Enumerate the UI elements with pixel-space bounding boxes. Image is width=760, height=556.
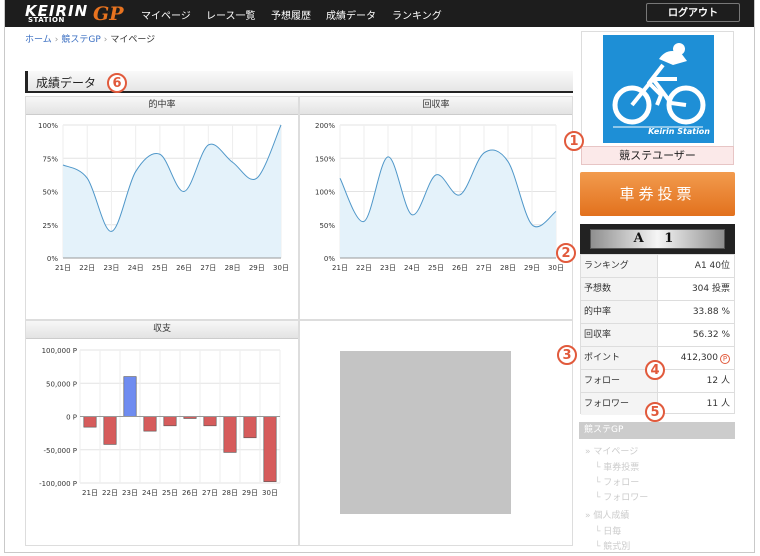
side-menu-label: 日毎 <box>603 527 622 537</box>
logout-button[interactable]: ログアウト <box>646 3 740 22</box>
rank-header: A 1 <box>580 224 735 254</box>
ticket-vote-button[interactable]: 車券投票 <box>580 172 735 216</box>
site-logo[interactable]: KEIRIN STATION GP <box>25 2 127 25</box>
nav-results-data[interactable]: 成績データ <box>326 7 376 22</box>
stat-value: 304 投票 <box>691 284 730 294</box>
nav-mypage[interactable]: マイページ <box>141 7 191 22</box>
breadcrumb-separator: › <box>103 35 108 45</box>
section-title: 成績データ <box>36 76 97 90</box>
side-menu-label: 個人成績 <box>593 511 630 521</box>
breadcrumb-current: マイページ <box>110 35 156 45</box>
stat-value: A1 40位 <box>694 261 730 271</box>
hit-rate-panel: 的中率 <box>25 96 299 320</box>
stat-row-ranking: ランキング A1 40位 <box>581 255 734 278</box>
stats-table: ランキング A1 40位 予想数 304 投票 的中率 33.88 % 回収率 … <box>580 254 735 415</box>
breadcrumb: ホーム › 競ステGP › マイページ <box>25 32 155 45</box>
balance-title: 収支 <box>26 321 298 339</box>
logo-station: STATION <box>28 16 65 24</box>
nav-ranking[interactable]: ランキング <box>392 7 442 22</box>
username-label: 競ステユーザー <box>581 146 734 165</box>
stat-row-recovery-rate: 回収率 56.32 % <box>581 324 734 347</box>
rank-plate: A 1 <box>590 229 725 249</box>
stat-row-hit-rate: 的中率 33.88 % <box>581 301 734 324</box>
stat-label: 的中率 <box>581 301 658 323</box>
side-menu-follower[interactable]: └ フォロワー <box>595 490 648 503</box>
side-menu-type[interactable]: └ 競式別 <box>595 539 630 552</box>
annotation-badge-6: 6 <box>107 73 127 93</box>
side-menu-ticket[interactable]: └ 車券投票 <box>595 460 639 473</box>
balance-panel: 収支 <box>25 320 299 546</box>
side-menu-label: マイページ <box>593 447 639 457</box>
top-navbar: KEIRIN STATION GP マイページ レース一覧 予想履歴 成績データ… <box>5 0 754 27</box>
annotation-badge-2: 2 <box>556 243 576 263</box>
stat-value: 11 人 <box>706 399 730 409</box>
side-menu-follow[interactable]: └ フォロー <box>595 475 639 488</box>
station-text: Keirin Station <box>648 127 710 136</box>
side-menu-title: 競ステGP <box>579 422 735 439</box>
nav-prediction-history[interactable]: 予想履歴 <box>271 7 311 22</box>
side-menu-mypage[interactable]: » マイページ <box>585 444 638 457</box>
stat-value: 412,300 P <box>681 347 730 369</box>
stat-label: 回収率 <box>581 324 658 346</box>
side-menu-daily[interactable]: └ 日毎 <box>595 524 621 537</box>
points-value: 412,300 <box>680 353 718 363</box>
stat-label: 予想数 <box>581 278 658 300</box>
side-menu-label: フォロー <box>603 478 640 488</box>
stat-label: ランキング <box>581 255 658 277</box>
stat-value: 33.88 % <box>692 307 730 317</box>
image-placeholder <box>340 351 511 514</box>
recovery-rate-title: 回収率 <box>300 97 572 115</box>
stat-value: 12 人 <box>706 376 730 386</box>
logo-gp: GP <box>93 3 124 25</box>
side-menu-personal[interactable]: » 個人成績 <box>585 508 629 521</box>
side-menu-label: フォロワー <box>603 493 649 503</box>
stat-row-predictions: 予想数 304 投票 <box>581 278 734 301</box>
hit-rate-title: 的中率 <box>26 97 298 115</box>
side-menu-label: 車券投票 <box>603 463 640 473</box>
annotation-badge-1: 1 <box>564 131 584 151</box>
breadcrumb-section[interactable]: 競ステGP <box>61 35 100 45</box>
recovery-rate-panel: 回収率 <box>299 96 573 320</box>
annotation-badge-5: 5 <box>645 402 665 422</box>
stat-value: 56.32 % <box>692 330 730 340</box>
side-menu: 競ステGP » マイページ └ 車券投票 └ フォロー └ フォロワー » 個人… <box>579 422 735 553</box>
breadcrumb-separator: › <box>54 35 59 45</box>
annotation-badge-3: 3 <box>557 345 577 365</box>
station-logo-box: Keirin Station <box>581 31 734 165</box>
breadcrumb-home[interactable]: ホーム <box>25 35 52 45</box>
point-icon: P <box>720 354 730 364</box>
annotation-badge-4: 4 <box>645 360 665 380</box>
nav-race-list[interactable]: レース一覧 <box>206 7 256 22</box>
side-menu-label: 競式別 <box>603 542 631 552</box>
